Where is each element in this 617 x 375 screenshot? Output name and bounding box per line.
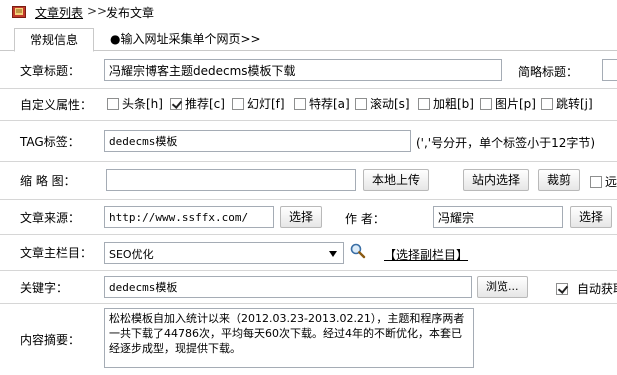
attributes-label: 自定义属性： [20, 98, 93, 112]
local-upload-button[interactable]: 本地上传 [363, 169, 430, 191]
source-label: 文章来源： [20, 210, 81, 225]
keyword-row: 关键字： 浏览... 自动获取 [0, 271, 617, 304]
remote-option[interactable]: 远 [590, 173, 617, 190]
auto-fetch-option[interactable]: 自动获取 [556, 280, 617, 297]
tag-row: TAG标签： (','号分开，单个标签小于12字节) [0, 121, 617, 162]
browse-button[interactable]: 浏览... [477, 276, 528, 298]
attr-image[interactable]: 图片[p] [480, 95, 536, 112]
checkbox[interactable] [418, 98, 430, 110]
crop-button[interactable]: 裁剪 [538, 169, 581, 191]
thumbnail-input[interactable] [106, 169, 356, 191]
search-icon[interactable] [350, 243, 366, 259]
breadcrumb: 文章列表 >> 发布文章 [0, 0, 617, 26]
attr-bold[interactable]: 加粗[b] [418, 95, 474, 112]
attributes-row: 自定义属性： 头条[h] 推荐[c] 幻灯[f] 特荐[a] 滚动[s] 加粗[… [0, 89, 617, 121]
attr-special[interactable]: 特荐[a] [294, 95, 350, 112]
tab-bar: 常规信息 ●输入网址采集单个网页>> [0, 26, 617, 52]
tag-input[interactable] [104, 130, 411, 152]
column-selected: SEO优化 [109, 248, 154, 261]
column-label: 文章主栏目： [20, 246, 93, 260]
checkbox[interactable] [107, 98, 119, 110]
author-select-button[interactable]: 选择 [570, 206, 613, 228]
checkbox-checked[interactable] [556, 283, 568, 295]
book-icon [12, 6, 26, 18]
short-title-label: 简略标题： [518, 65, 579, 79]
short-title-input[interactable] [602, 59, 617, 81]
dropdown-arrow-icon [329, 251, 337, 257]
author-label: 作 者： [345, 212, 385, 226]
tab-basic-info[interactable]: 常规信息 [14, 28, 94, 52]
title-row: 文章标题： 简略标题： [0, 52, 617, 89]
source-row: 文章来源： 选择 作 者： 选择 [0, 200, 617, 235]
breadcrumb-separator: >> [87, 4, 108, 18]
column-row: 文章主栏目： SEO优化 【选择副栏目】 [0, 235, 617, 271]
checkbox[interactable] [294, 98, 306, 110]
checkbox[interactable] [590, 176, 602, 188]
thumbnail-label: 缩 略 图： [20, 174, 76, 188]
attr-recommend[interactable]: 推荐[c] [170, 95, 225, 112]
source-input[interactable] [104, 206, 274, 228]
summary-row: 内容摘要： 松松模板自加入统计以来（2012.03.23-2013.02.21）… [0, 304, 617, 375]
checkbox-checked[interactable] [170, 98, 182, 110]
thumbnail-row: 缩 略 图： 本地上传 站内选择 裁剪 远 [0, 162, 617, 200]
select-sub-column-link[interactable]: 【选择副栏目】 [384, 246, 468, 263]
column-select[interactable]: SEO优化 [104, 242, 344, 264]
tab-url-collect[interactable]: ●输入网址采集单个网页>> [110, 29, 261, 49]
summary-textarea[interactable]: 松松模板自加入统计以来（2012.03.23-2013.02.21），主题和程序… [104, 308, 474, 368]
source-select-button[interactable]: 选择 [280, 206, 323, 228]
attr-slide[interactable]: 幻灯[f] [232, 95, 285, 112]
checkbox[interactable] [541, 98, 553, 110]
keyword-label: 关键字： [20, 280, 69, 295]
tag-hint: (','号分开，单个标签小于12字节) [416, 136, 596, 150]
checkbox[interactable] [355, 98, 367, 110]
checkbox[interactable] [232, 98, 244, 110]
summary-label: 内容摘要： [20, 333, 81, 347]
tag-label: TAG标签： [20, 134, 80, 149]
site-select-button[interactable]: 站内选择 [463, 169, 530, 191]
author-input[interactable] [433, 206, 563, 228]
attr-scroll[interactable]: 滚动[s] [355, 95, 410, 112]
title-input[interactable] [104, 59, 502, 81]
checkbox[interactable] [480, 98, 492, 110]
keyword-input[interactable] [104, 276, 472, 298]
title-label: 文章标题： [20, 63, 81, 78]
attr-jump[interactable]: 跳转[j] [541, 95, 593, 112]
breadcrumb-current: 发布文章 [106, 6, 155, 20]
attr-headline[interactable]: 头条[h] [107, 95, 163, 112]
article-list-link[interactable]: 文章列表 [35, 4, 83, 21]
